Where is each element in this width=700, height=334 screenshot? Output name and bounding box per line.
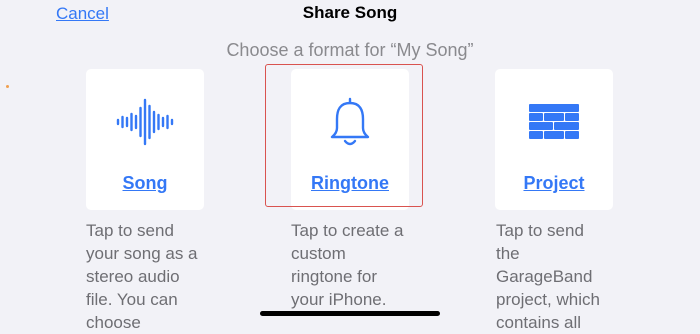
edge-dot <box>6 85 9 88</box>
description-line: your iPhone. <box>291 290 387 309</box>
description-line: project, which <box>496 290 600 309</box>
song-format-card[interactable]: Song <box>86 69 204 210</box>
description-line: Tap to create a <box>291 221 404 240</box>
bell-icon <box>291 97 409 147</box>
waveform-icon <box>86 97 204 147</box>
description-line: Tap to send <box>86 221 174 240</box>
song-format-label: Song <box>122 173 168 193</box>
description-line: the <box>496 244 520 263</box>
ringtone-format-label: Ringtone <box>311 173 389 193</box>
song-format-description: Tap to send your song as a stereo audio … <box>86 219 208 334</box>
project-format-description: Tap to send the GarageBand project, whic… <box>496 219 618 334</box>
ringtone-format-description: Tap to create a custom ringtone for your… <box>291 219 413 311</box>
ringtone-format-card[interactable]: Ringtone <box>291 69 409 210</box>
home-indicator[interactable] <box>260 311 440 316</box>
description-line: your song as a <box>86 244 198 263</box>
description-line: Tap to send <box>496 221 584 240</box>
description-line: GarageBand <box>496 267 593 286</box>
brick-wall-icon <box>495 97 613 147</box>
description-line: custom <box>291 244 346 263</box>
description-line: ringtone for <box>291 267 377 286</box>
nav-title: Share Song <box>302 3 398 22</box>
format-prompt: Choose a format for “My Song” <box>226 40 474 60</box>
project-format-label: Project <box>523 173 585 193</box>
project-format-card[interactable]: Project <box>495 69 613 210</box>
description-line: stereo audio <box>86 267 180 286</box>
description-line: file. You can <box>86 290 178 309</box>
